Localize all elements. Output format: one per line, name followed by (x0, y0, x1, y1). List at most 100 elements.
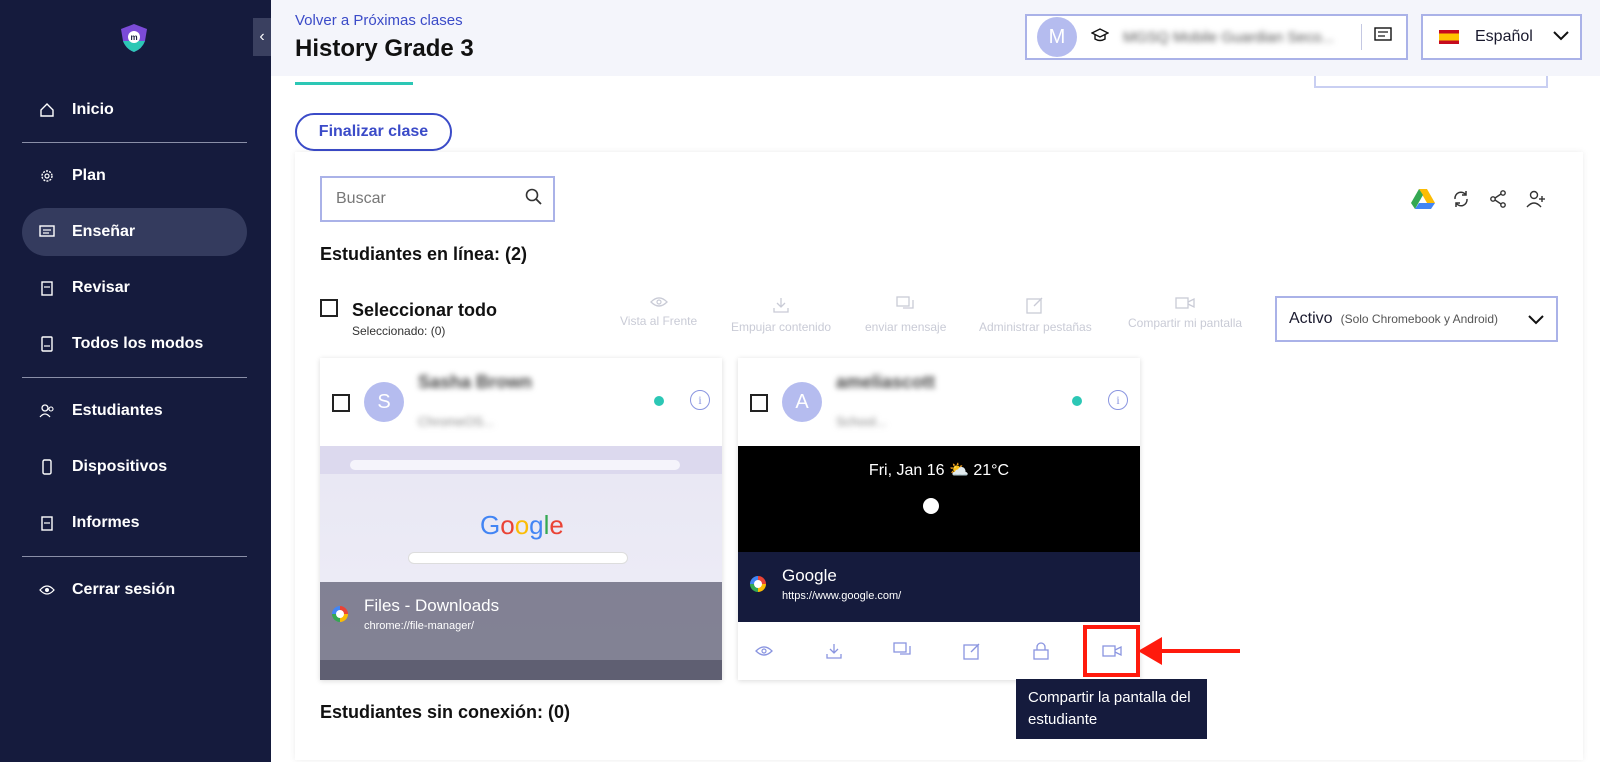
divider (1361, 24, 1362, 50)
screen-url: chrome://file-manager/ (364, 620, 475, 632)
finalize-class-button[interactable]: Finalizar clase (295, 113, 452, 151)
selected-count: Seleccionado: (0) (352, 324, 446, 338)
page-title: History Grade 3 (295, 35, 474, 62)
edit-window-icon[interactable] (960, 639, 984, 663)
google-search-box (408, 552, 628, 564)
student-name: ameliascott (836, 372, 936, 392)
student-screen-preview[interactable]: Google Files - Downloads chrome://file-m… (320, 446, 722, 680)
phone-icon (38, 458, 56, 476)
online-status-dot (1072, 396, 1082, 406)
eye-icon[interactable] (752, 639, 776, 663)
browser-bar (320, 446, 722, 474)
sidebar-item-label: Estudiantes (72, 402, 163, 419)
card-actions (738, 622, 1140, 680)
screen-info-bar: Google https://www.google.com/ (738, 552, 1140, 622)
sidebar-item-label: Plan (72, 167, 106, 184)
sidebar-item-todos-los-modos[interactable]: Todos los modos (22, 320, 247, 368)
shield-icon (923, 498, 939, 514)
share-my-screen-action: Compartir mi pantalla (1128, 296, 1242, 330)
send-message-action: enviar mensaje (865, 296, 946, 334)
arrow-line (1150, 649, 1240, 653)
edit-window-icon (1026, 297, 1043, 314)
sidebar-item-plan[interactable]: Plan (22, 152, 247, 200)
refresh-icon[interactable] (1448, 186, 1474, 212)
student-screen-preview[interactable]: Fri, Jan 16 ⛅ 21°C (738, 446, 1140, 552)
search-icon (525, 188, 543, 211)
sidebar-item-estudiantes[interactable]: Estudiantes (22, 387, 247, 435)
avatar: S (364, 382, 404, 422)
language-label: Español (1475, 28, 1533, 45)
sidebar-item-label: Dispositivos (72, 458, 168, 475)
header: Volver a Próximas clases History Grade 3… (271, 0, 1600, 76)
add-user-icon[interactable] (1523, 186, 1549, 212)
id-card-icon[interactable] (1374, 26, 1392, 48)
screen-title: Google (782, 566, 837, 585)
students-icon (38, 402, 56, 420)
message-icon[interactable] (891, 639, 915, 663)
sidebar-divider (22, 556, 247, 557)
collapse-sidebar-button[interactable]: ‹ (253, 18, 271, 56)
avatar: A (782, 382, 822, 422)
info-icon[interactable]: i (1108, 390, 1128, 410)
student-name: Sasha Brown (418, 372, 533, 392)
sidebar-item-informes[interactable]: Informes (22, 499, 247, 547)
student-card[interactable]: A ameliascott School... i Fri, Jan 16 ⛅ … (738, 358, 1140, 680)
student-device: School... (836, 414, 887, 429)
highlight-box (1083, 625, 1140, 677)
status-dropdown[interactable]: Activo (Solo Chromebook y Android) (1275, 296, 1558, 342)
school-selector[interactable]: M MGSQ Mobile Guardian Seco... (1025, 14, 1408, 60)
home-icon (38, 101, 56, 119)
info-icon[interactable]: i (690, 390, 710, 410)
document-icon (38, 335, 56, 353)
screen-info-overlay: Files - Downloads chrome://file-manager/ (320, 582, 722, 680)
partial-button (1314, 76, 1548, 88)
sidebar-item-inicio[interactable]: Inicio (22, 86, 247, 134)
sidebar-item-ensenar[interactable]: Enseñar (22, 208, 247, 256)
active-tab-indicator (295, 82, 413, 85)
chevron-down-icon (1528, 312, 1544, 330)
download-icon (773, 298, 789, 313)
chevron-down-icon (1553, 28, 1569, 46)
sidebar-item-cerrar-sesion[interactable]: Cerrar sesión (22, 566, 247, 614)
teach-icon (38, 223, 56, 241)
avatar: M (1037, 17, 1077, 57)
tooltip: Compartir la pantalla del estudiante (1016, 679, 1207, 739)
status-hint: (Solo Chromebook y Android) (1340, 312, 1498, 326)
google-drive-icon[interactable] (1410, 186, 1436, 212)
sidebar-item-label: Revisar (72, 279, 130, 296)
select-all-checkbox[interactable] (320, 299, 338, 317)
sidebar-item-dispositivos[interactable]: Dispositivos (22, 443, 247, 491)
sidebar-item-label: Informes (72, 514, 140, 531)
language-selector[interactable]: Español (1421, 14, 1582, 60)
student-checkbox[interactable] (332, 394, 350, 412)
google-logo: Google (480, 510, 564, 540)
lock-icon[interactable] (1029, 639, 1053, 663)
sidebar-item-label: Todos los modos (72, 335, 204, 352)
status-value: Activo (1289, 310, 1333, 327)
push-content-action: Empujar contenido (731, 296, 831, 334)
chrome-icon (332, 606, 348, 622)
manage-tabs-action: Administrar pestañas (979, 296, 1092, 334)
student-device: ChromeOS... (418, 414, 494, 429)
front-view-action: Vista al Frente (620, 296, 697, 328)
back-link[interactable]: Volver a Próximas clases (295, 12, 463, 29)
online-students-heading: Estudiantes en línea: (2) (320, 244, 528, 264)
video-icon (1175, 297, 1195, 309)
message-icon (896, 296, 914, 309)
school-name: MGSQ Mobile Guardian Seco... (1123, 28, 1334, 46)
spain-flag-icon (1439, 30, 1459, 44)
report-icon (38, 514, 56, 532)
search-input[interactable]: Buscar (320, 176, 555, 222)
online-status-dot (654, 396, 664, 406)
search-placeholder: Buscar (336, 190, 386, 207)
student-card[interactable]: S Sasha Brown ChromeOS... i Google Files… (320, 358, 722, 680)
eye-icon (649, 297, 668, 307)
sidebar-divider (22, 142, 247, 143)
student-checkbox[interactable] (750, 394, 768, 412)
sidebar-item-label: Enseñar (72, 223, 136, 240)
share-icon[interactable] (1485, 186, 1511, 212)
download-icon[interactable] (822, 639, 846, 663)
sidebar-divider (22, 377, 247, 378)
sidebar-item-revisar[interactable]: Revisar (22, 264, 247, 312)
sidebar-item-label: Cerrar sesión (72, 581, 176, 598)
